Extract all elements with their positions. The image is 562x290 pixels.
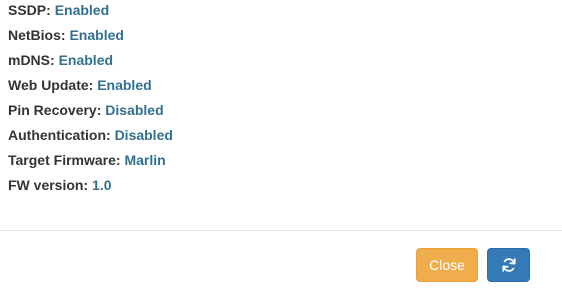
info-label: Target Firmware — [8, 152, 116, 168]
info-label: SSDP — [8, 2, 47, 18]
info-row-pin-recovery: Pin Recovery: Disabled — [8, 100, 548, 125]
info-label: mDNS — [8, 52, 51, 68]
info-value: Enabled — [58, 52, 114, 68]
info-value: Disabled — [114, 127, 173, 143]
info-row-mdns: mDNS: Enabled — [8, 50, 548, 75]
info-separator: : — [106, 127, 115, 143]
info-row-target-firmware: Target Firmware: Marlin — [8, 150, 548, 175]
info-label: NetBios — [8, 27, 61, 43]
info-value: 1.0 — [92, 177, 112, 193]
info-separator: : — [50, 52, 59, 68]
info-separator: : — [96, 102, 106, 118]
info-value: Disabled — [105, 102, 164, 118]
info-separator: : — [46, 2, 55, 18]
info-label: Web Update — [8, 77, 89, 93]
info-row-ssdp: SSDP: Enabled — [8, 0, 548, 25]
info-label: Authentication — [8, 127, 106, 143]
info-label: FW version — [8, 177, 84, 193]
info-separator: : — [88, 77, 98, 93]
info-value: Marlin — [124, 152, 166, 168]
device-info-list: SSDP: Enabled NetBios: Enabled mDNS: Ena… — [8, 0, 548, 200]
refresh-button[interactable] — [487, 248, 530, 282]
modal-footer: Close — [0, 230, 562, 290]
info-row-web-update: Web Update: Enabled — [8, 75, 548, 100]
info-label: Pin Recovery — [8, 102, 97, 118]
info-value: Enabled — [69, 27, 124, 43]
info-row-fw-version: FW version: 1.0 — [8, 175, 548, 200]
info-value: Enabled — [54, 2, 110, 18]
info-row-authentication: Authentication: Disabled — [8, 125, 548, 150]
close-button[interactable]: Close — [416, 248, 478, 282]
info-separator: : — [83, 177, 93, 193]
info-row-netbios: NetBios: Enabled — [8, 25, 548, 50]
refresh-icon — [501, 257, 517, 273]
info-value: Enabled — [97, 77, 152, 93]
